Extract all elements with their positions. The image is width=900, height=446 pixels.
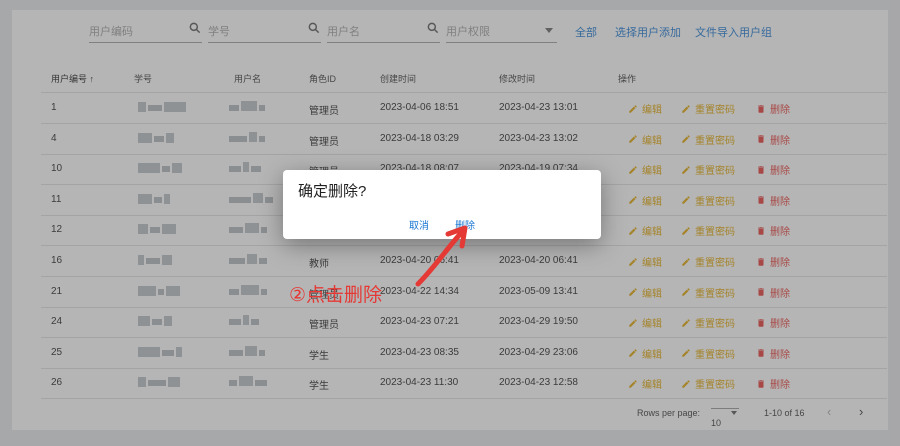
annotation-arrow-icon <box>415 225 468 287</box>
annotation-text: ②点击删除 <box>289 285 383 306</box>
dialog-title: 确定删除? <box>298 183 367 200</box>
